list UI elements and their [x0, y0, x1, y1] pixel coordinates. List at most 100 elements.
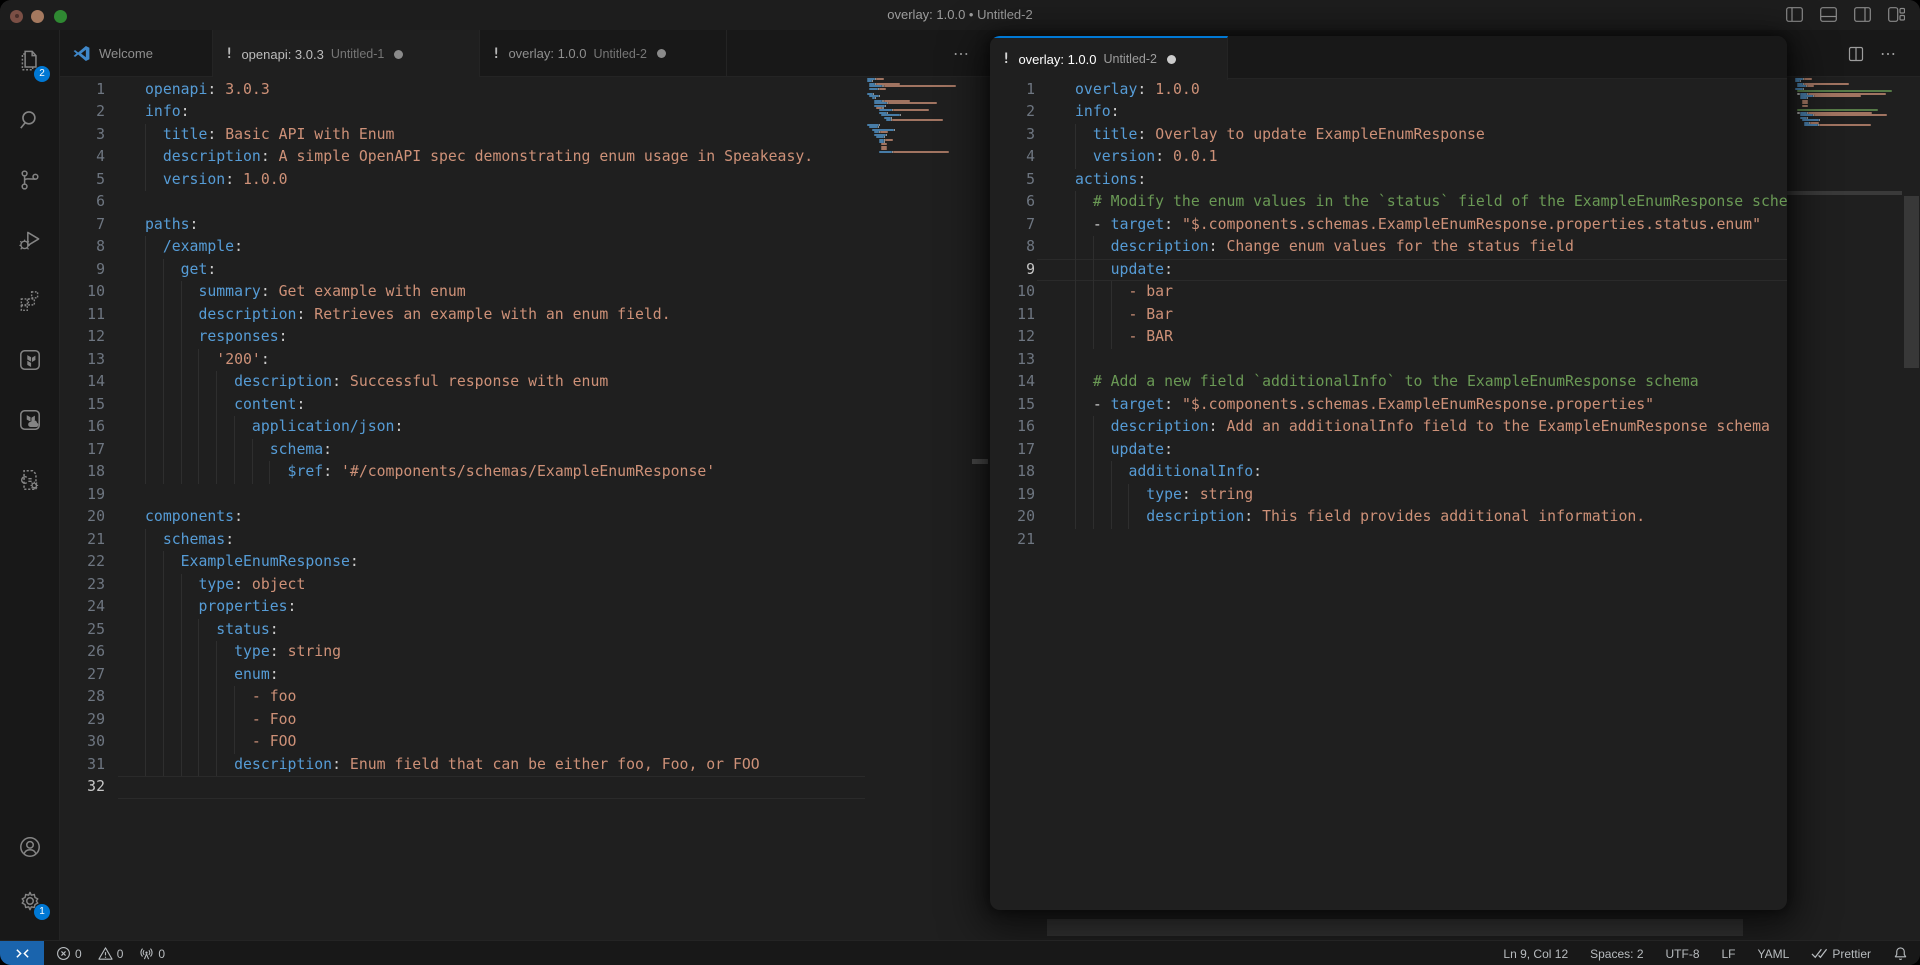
status-text: 0: [117, 947, 124, 961]
code-line: 7 - target: "$.components.schemas.Exampl…: [990, 214, 1787, 237]
modified-dot-icon[interactable]: [394, 50, 403, 59]
activity-files-icon[interactable]: 2: [0, 30, 60, 90]
activity-settings-gear-icon[interactable]: 1: [0, 874, 60, 928]
code-line: 19: [60, 484, 865, 507]
more-actions-icon[interactable]: ⋯: [953, 44, 969, 64]
status-item-bell-icon[interactable]: [1893, 946, 1908, 961]
tab-label: overlay: 1.0.0: [508, 46, 586, 61]
vscode-window: overlay: 1.0.0 • Untitled-2 2 1 Welcome!…: [0, 0, 1920, 965]
code-line: 31 description: Enum field that can be e…: [60, 754, 865, 777]
error-icon: [56, 946, 71, 961]
minimap[interactable]: [1795, 78, 1902, 938]
status-text: UTF-8: [1666, 947, 1700, 961]
minimap[interactable]: [866, 78, 972, 938]
horizontal-scrollbar[interactable]: [1047, 919, 1743, 936]
tab-welcome[interactable]: Welcome: [60, 30, 213, 77]
bell-icon: [1893, 946, 1908, 961]
exclaim-icon: !: [1002, 51, 1010, 67]
code-line: 3 title: Basic API with Enum: [60, 124, 865, 147]
status-item[interactable]: UTF-8: [1666, 947, 1700, 961]
code-line: 12 responses:: [60, 326, 865, 349]
code-line: 4 version: 0.0.1: [990, 146, 1787, 169]
code-line: 1overlay: 1.0.0: [990, 79, 1787, 102]
close-button[interactable]: [10, 10, 23, 23]
activity-terraform-cloud-icon[interactable]: [0, 390, 60, 450]
floating-tab-bar: ! overlay: 1.0.0 Untitled-2: [990, 36, 1787, 79]
code-line: 18 additionalInfo:: [990, 461, 1787, 484]
code-line: 24 properties:: [60, 596, 865, 619]
editor-overlay[interactable]: 1overlay: 1.0.02info:3 title: Overlay to…: [990, 79, 1787, 552]
tab-openapi-3-0-3[interactable]: !openapi: 3.0.3Untitled-1: [213, 30, 480, 78]
code-line: 7paths:: [60, 214, 865, 237]
code-line: 14 description: Successful response with…: [60, 371, 865, 394]
code-line: 2info:: [990, 101, 1787, 124]
status-item-prettier-check-icon[interactable]: Prettier: [1811, 947, 1871, 961]
tab-label: overlay: 1.0.0: [1018, 52, 1096, 67]
code-line: 22 ExampleEnumResponse:: [60, 551, 865, 574]
layout-panel-icon[interactable]: [1820, 7, 1837, 22]
code-line: 28 - foo: [60, 686, 865, 709]
editor-actions-right-group: ⋯: [1848, 30, 1896, 77]
code-line: 32: [60, 776, 865, 799]
tab-overlay-1-0-0[interactable]: !overlay: 1.0.0Untitled-2: [480, 30, 727, 77]
activity-run-debug-icon[interactable]: [0, 210, 60, 270]
editor-openapi[interactable]: 1openapi: 3.0.32info:3 title: Basic API …: [60, 77, 990, 940]
code-line: 18 $ref: '#/components/schemas/ExampleEn…: [60, 461, 865, 484]
layout-customize-icon[interactable]: [1888, 7, 1905, 22]
code-line: 15 - target: "$.components.schemas.Examp…: [990, 394, 1787, 417]
status-item-error-icon[interactable]: 0: [56, 946, 82, 961]
code-line: 20components:: [60, 506, 865, 529]
remote-indicator[interactable]: [0, 941, 44, 965]
status-item[interactable]: Spaces: 2: [1590, 947, 1643, 961]
status-text: YAML: [1758, 947, 1790, 961]
code-line: 3 title: Overlay to update ExampleEnumRe…: [990, 124, 1787, 147]
code-line: 8 description: Change enum values for th…: [990, 236, 1787, 259]
warning-icon: [98, 946, 113, 961]
layout-sidebar-left-icon[interactable]: [1786, 7, 1803, 22]
activity-source-control-icon[interactable]: [0, 150, 60, 210]
vertical-scrollbar[interactable]: [1904, 196, 1919, 368]
status-text: 0: [75, 947, 82, 961]
modified-dot-icon[interactable]: [657, 49, 666, 58]
status-item-ports-icon[interactable]: 0: [139, 946, 165, 961]
activity-tools-file-icon[interactable]: [0, 450, 60, 510]
prettier-check-icon: [1811, 947, 1828, 960]
status-text: Spaces: 2: [1590, 947, 1643, 961]
code-line: 6: [60, 191, 865, 214]
status-item[interactable]: LF: [1722, 947, 1736, 961]
titlebar: overlay: 1.0.0 • Untitled-2: [0, 0, 1920, 30]
code-line: 5 version: 1.0.0: [60, 169, 865, 192]
status-text: 0: [158, 947, 165, 961]
window-title: overlay: 1.0.0 • Untitled-2: [760, 0, 1160, 30]
tab-detail: Untitled-1: [331, 47, 385, 61]
code-line: 19 type: string: [990, 484, 1787, 507]
status-item-warning-icon[interactable]: 0: [98, 946, 124, 961]
code-line: 21: [990, 529, 1787, 552]
activity-account-icon[interactable]: [0, 820, 60, 874]
status-bar: 0 0 0 Ln 9, Col 12 Spaces: 2 UTF-8 LF YAML Pret…: [0, 940, 1920, 965]
editor-actions-left-group[interactable]: ⋯: [953, 30, 969, 77]
badge: 1: [34, 904, 50, 920]
activity-terraform-icon[interactable]: [0, 330, 60, 390]
maximize-button[interactable]: [54, 10, 67, 23]
tab-detail: Untitled-2: [593, 47, 647, 61]
status-item[interactable]: YAML: [1758, 947, 1790, 961]
minimize-button[interactable]: [31, 10, 44, 23]
code-line: 11 - Bar: [990, 304, 1787, 327]
status-item[interactable]: Ln 9, Col 12: [1503, 947, 1568, 961]
minimap-slider-edge: [1787, 191, 1902, 195]
code-line: 14 # Add a new field `additionalInfo` to…: [990, 371, 1787, 394]
more-actions-icon[interactable]: ⋯: [1880, 44, 1896, 64]
activity-search-icon[interactable]: [0, 90, 60, 150]
code-line: 12 - BAR: [990, 326, 1787, 349]
activity-extensions-icon[interactable]: [0, 270, 60, 330]
split-editor-icon[interactable]: [1848, 46, 1864, 62]
code-line: 15 content:: [60, 394, 865, 417]
code-line: 25 status:: [60, 619, 865, 642]
tab-overlay-untitled-2[interactable]: ! overlay: 1.0.0 Untitled-2: [990, 36, 1228, 80]
code-line: 29 - Foo: [60, 709, 865, 732]
code-line: 13: [990, 349, 1787, 372]
modified-dot-icon[interactable]: [1167, 55, 1176, 64]
layout-sidebar-right-icon[interactable]: [1854, 7, 1871, 22]
status-text: Prettier: [1832, 947, 1871, 961]
